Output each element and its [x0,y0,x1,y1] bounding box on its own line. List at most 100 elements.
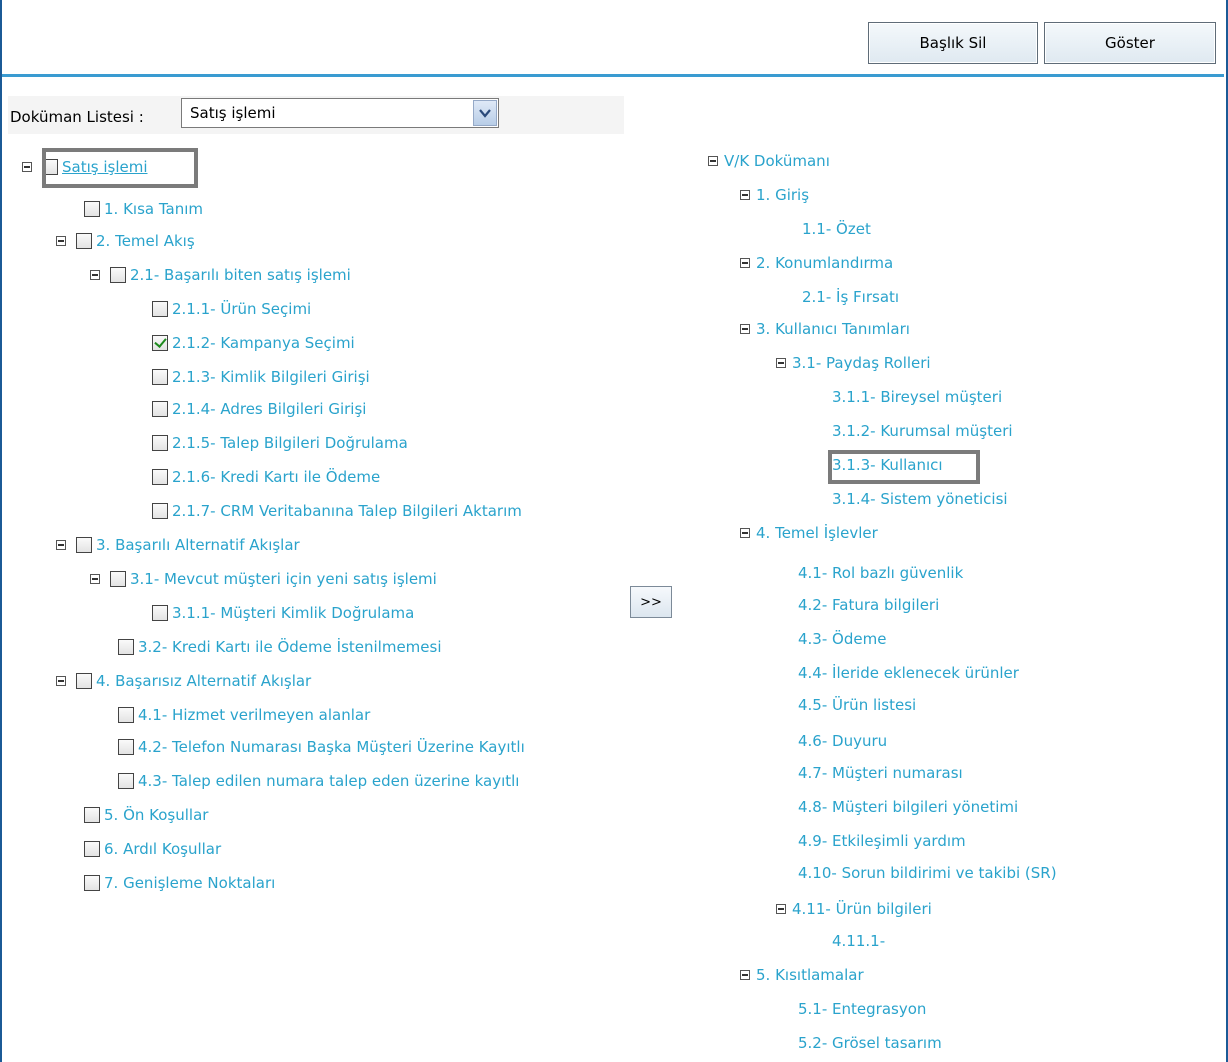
collapse-icon[interactable] [56,540,66,550]
target-tree-node-label[interactable]: 4.11- Ürün bilgileri [792,900,932,918]
target-tree-node-label[interactable]: 4.5- Ürün listesi [798,696,916,714]
collapse-icon[interactable] [708,156,718,166]
source-tree-node-label[interactable]: 2.1.5- Talep Bilgileri Doğrulama [172,434,408,452]
source-tree-node[interactable]: 3.1.1- Müşteri Kimlik Doğrulama [152,602,414,624]
target-tree-node[interactable]: 3. Kullanıcı Tanımları [740,318,910,340]
target-tree-node-label[interactable]: 3. Kullanıcı Tanımları [756,320,910,338]
collapse-icon[interactable] [740,324,750,334]
source-tree-node[interactable]: 2.1.1- Ürün Seçimi [152,298,311,320]
source-tree-node[interactable]: 6. Ardıl Koşullar [84,838,221,860]
node-checkbox[interactable] [84,841,100,857]
source-tree-node-label[interactable]: 2.1.1- Ürün Seçimi [172,300,311,318]
node-checkbox[interactable] [118,707,134,723]
source-tree-node[interactable]: 1. Kısa Tanım [84,198,203,220]
target-tree-node[interactable]: 4.5- Ürün listesi [798,694,916,716]
source-tree-node[interactable]: 2.1- Başarılı biten satış işlemi [90,264,351,286]
source-tree-node[interactable]: 7. Genişleme Noktaları [84,872,275,894]
source-tree-node-label[interactable]: 6. Ardıl Koşullar [104,840,221,858]
source-tree-node[interactable]: 2. Temel Akış [56,230,195,252]
target-tree-node[interactable]: 3.1.1- Bireysel müşteri [832,386,1002,408]
target-tree-node-label[interactable]: 1. Giriş [756,186,809,204]
source-tree-node[interactable]: 5. Ön Koşullar [84,804,208,826]
collapse-icon[interactable] [90,270,100,280]
node-checkbox[interactable] [152,401,168,417]
source-tree-node-label[interactable]: 1. Kısa Tanım [104,200,203,218]
target-tree-node[interactable]: 4.6- Duyuru [798,730,887,752]
node-checkbox[interactable] [84,807,100,823]
collapse-icon[interactable] [90,574,100,584]
target-tree-node-label[interactable]: 4.7- Müşteri numarası [798,764,963,782]
target-tree-node[interactable]: 4.2- Fatura bilgileri [798,594,939,616]
source-tree-node-label[interactable]: 3.1.1- Müşteri Kimlik Doğrulama [172,604,414,622]
collapse-icon[interactable] [56,676,66,686]
target-tree-node[interactable]: 2. Konumlandırma [740,252,893,274]
target-tree-node-label[interactable]: 2. Konumlandırma [756,254,893,272]
show-button[interactable]: Göster [1044,22,1216,64]
source-tree-node[interactable]: 4.3- Talep edilen numara talep eden üzer… [118,770,519,792]
target-tree-node-label[interactable]: 1.1- Özet [802,220,871,238]
source-tree-node[interactable]: 4.1- Hizmet verilmeyen alanlar [118,704,370,726]
target-tree-node[interactable]: 1. Giriş [740,184,809,206]
collapse-icon[interactable] [22,162,32,172]
target-tree-node-label[interactable]: 4.2- Fatura bilgileri [798,596,939,614]
target-tree-node[interactable]: 4. Temel İşlevler [740,522,878,544]
source-tree-node-label[interactable]: 3.2- Kredi Kartı ile Ödeme İstenilmemesi [138,638,442,656]
target-tree-node[interactable]: 3.1.2- Kurumsal müşteri [832,420,1013,442]
source-tree-node-label[interactable]: 4.3- Talep edilen numara talep eden üzer… [138,772,519,790]
target-tree-node[interactable]: 4.11.1- [832,930,885,952]
target-tree-node-label[interactable]: 5. Kısıtlamalar [756,966,864,984]
node-checkbox[interactable] [118,639,134,655]
target-tree-node[interactable]: 5.2- Grösel tasarım [798,1032,942,1054]
target-tree-node[interactable]: 4.1- Rol bazlı güvenlik [798,562,963,584]
target-tree-node-label[interactable]: 4.11.1- [832,932,885,950]
target-tree-node-label[interactable]: 4.8- Müşteri bilgileri yönetimi [798,798,1018,816]
node-checkbox[interactable] [110,267,126,283]
source-tree-node[interactable]: 2.1.6- Kredi Kartı ile Ödeme [152,466,380,488]
source-tree-node-label[interactable]: 4. Başarısız Alternatif Akışlar [96,672,311,690]
target-tree-node-label[interactable]: 2.1- İş Fırsatı [802,288,899,306]
source-tree-node[interactable]: 2.1.7- CRM Veritabanına Talep Bilgileri … [152,500,522,522]
target-tree-node-label[interactable]: 5.2- Grösel tasarım [798,1034,942,1052]
target-tree-node[interactable]: 3.1.4- Sistem yöneticisi [832,488,1008,510]
source-tree-node[interactable]: 4. Başarısız Alternatif Akışlar [56,670,311,692]
source-tree-node[interactable]: 2.1.4- Adres Bilgileri Girişi [152,398,366,420]
node-checkbox[interactable] [152,301,168,317]
target-tree-node[interactable]: 5. Kısıtlamalar [740,964,864,986]
target-tree-node[interactable]: 5.1- Entegrasyon [798,998,926,1020]
collapse-icon[interactable] [776,358,786,368]
target-tree-node-label[interactable]: 4.4- İleride eklenecek ürünler [798,664,1019,682]
node-checkbox[interactable] [76,233,92,249]
source-tree-node-label[interactable]: 2. Temel Akış [96,232,195,250]
target-tree-node[interactable]: 2.1- İş Fırsatı [802,286,899,308]
target-tree-node[interactable]: 4.4- İleride eklenecek ürünler [798,662,1019,684]
target-tree-node-label[interactable]: 3.1- Paydaş Rolleri [792,354,931,372]
collapse-icon[interactable] [740,190,750,200]
source-tree-node[interactable]: 2.1.2- Kampanya Seçimi [152,332,355,354]
source-tree-node-label[interactable]: 2.1.2- Kampanya Seçimi [172,334,355,352]
node-checkbox[interactable] [118,773,134,789]
target-tree-node-label[interactable]: 4.9- Etkileşimli yardım [798,832,966,850]
collapse-icon[interactable] [740,970,750,980]
source-tree-node-label[interactable]: 3. Başarılı Alternatif Akışlar [96,536,300,554]
collapse-icon[interactable] [56,236,66,246]
source-tree-node-label[interactable]: 7. Genişleme Noktaları [104,874,275,892]
node-checkbox[interactable] [110,571,126,587]
target-tree-node[interactable]: 1.1- Özet [802,218,871,240]
target-tree-node-label[interactable]: 4.6- Duyuru [798,732,887,750]
source-tree-node-label[interactable]: 4.2- Telefon Numarası Başka Müşteri Üzer… [138,738,525,756]
node-checkbox[interactable] [118,739,134,755]
source-tree-node-label[interactable]: 2.1.3- Kimlik Bilgileri Girişi [172,368,370,386]
source-tree-node-label[interactable]: 2.1.4- Adres Bilgileri Girişi [172,400,366,418]
document-list-select[interactable]: Satış işlemi [181,98,499,128]
chevron-down-icon[interactable] [473,100,497,126]
node-checkbox[interactable] [152,605,168,621]
node-checkbox[interactable] [84,875,100,891]
target-tree-node-label[interactable]: 3.1.1- Bireysel müşteri [832,388,1002,406]
source-tree-node[interactable]: 3.1- Mevcut müşteri için yeni satış işle… [90,568,437,590]
target-tree-node-label[interactable]: V/K Dokümanı [724,152,830,170]
source-tree-node[interactable]: 3.2- Kredi Kartı ile Ödeme İstenilmemesi [118,636,442,658]
source-tree-node-label[interactable]: 5. Ön Koşullar [104,806,208,824]
node-checkbox[interactable] [152,435,168,451]
collapse-icon[interactable] [740,528,750,538]
target-tree-node[interactable]: 4.3- Ödeme [798,628,886,650]
